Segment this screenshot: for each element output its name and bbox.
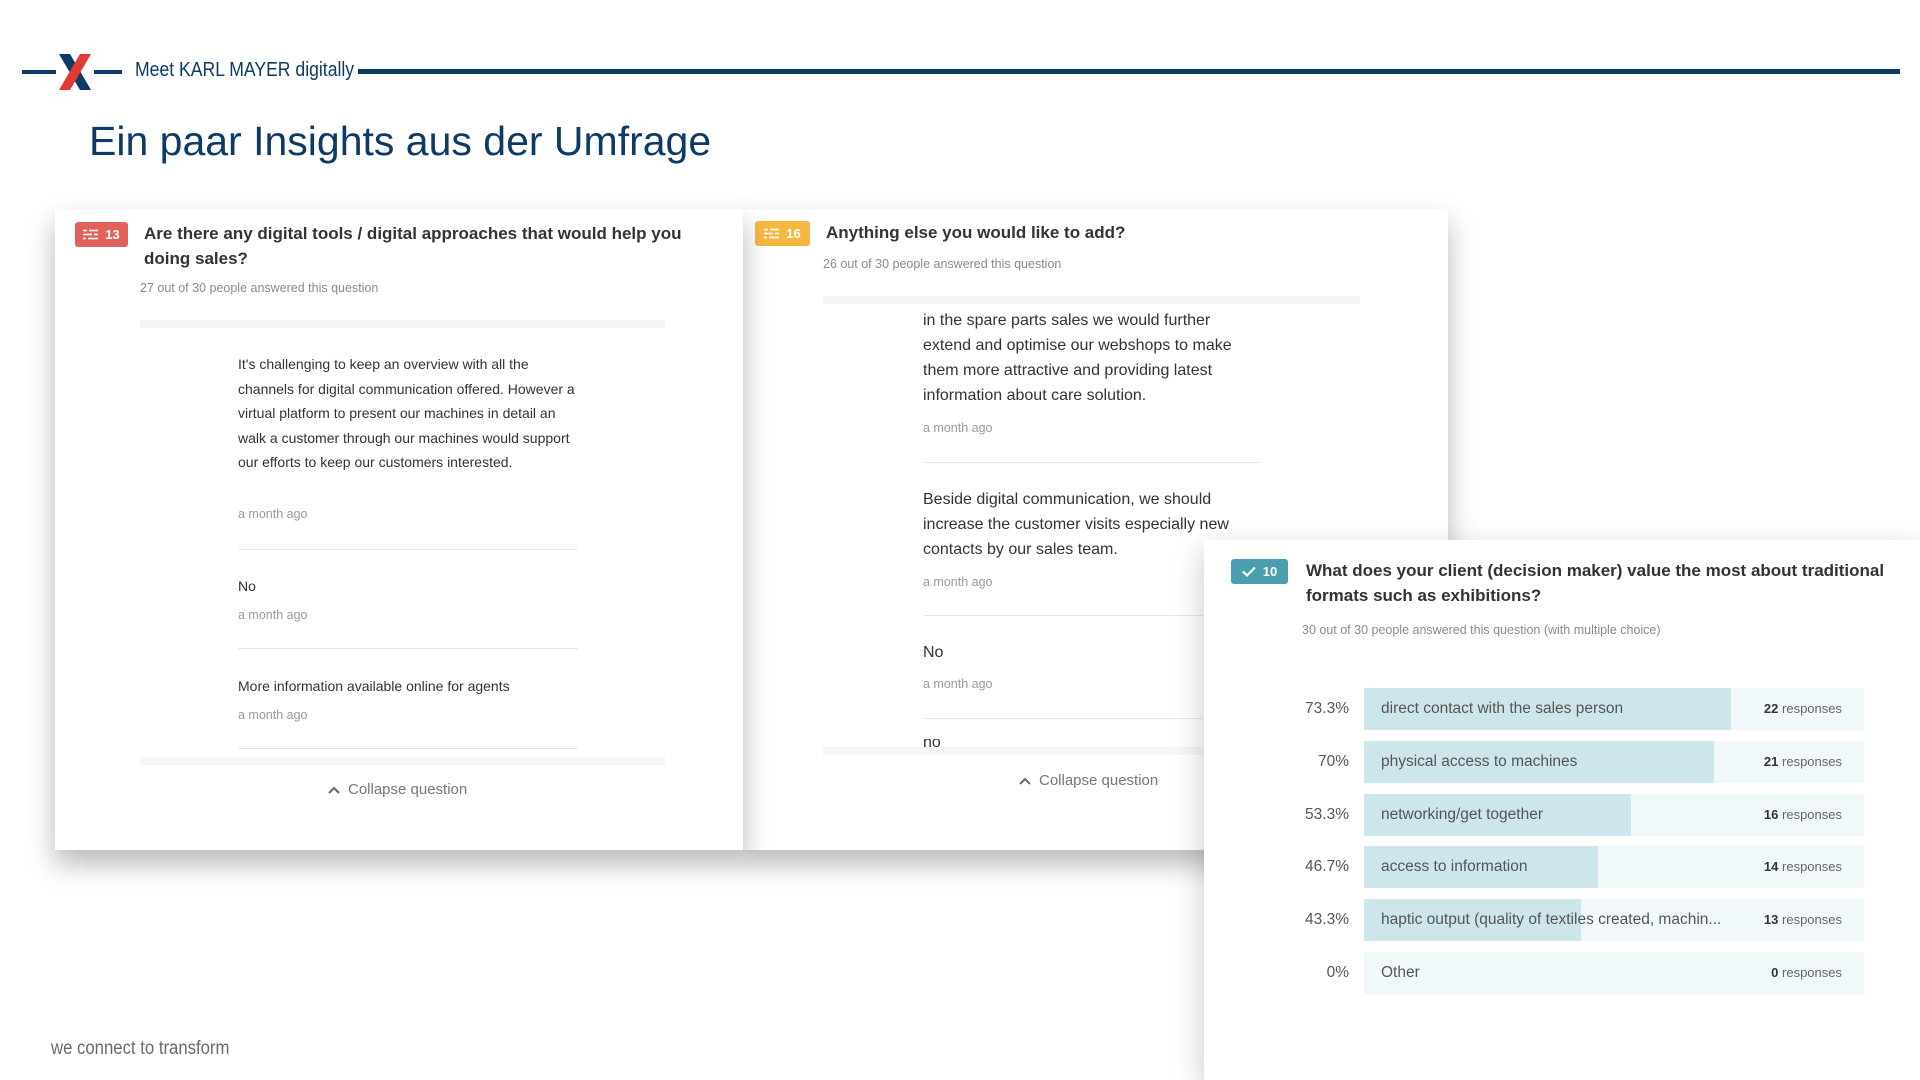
question-badge: 13 <box>75 222 128 247</box>
question-title: What does your client (decision maker) v… <box>1306 561 1885 605</box>
response-count: 21 <box>1763 754 1779 769</box>
option-bar: access to information 14 responses <box>1364 846 1864 888</box>
answer-text: No <box>923 644 944 661</box>
badge-number: 10 <box>1262 564 1278 579</box>
question-card-13: 13 Are there any digital tools / digital… <box>55 209 743 850</box>
answer-divider <box>923 462 1261 463</box>
badge-number: 13 <box>105 227 120 242</box>
answer-text: More information available online for ag… <box>238 678 510 694</box>
option-label: physical access to machines <box>1381 753 1578 770</box>
responses-word: responses <box>1782 912 1842 927</box>
option-label: direct contact with the sales person <box>1381 700 1624 717</box>
answers-bottom-band <box>140 757 665 765</box>
question-title: Are there any digital tools / digital ap… <box>144 224 682 268</box>
option-percent: 46.7% <box>1305 858 1349 875</box>
chevron-up-icon <box>328 786 340 794</box>
answer-text: No <box>238 578 256 594</box>
answer-divider <box>238 648 578 649</box>
option-bar: direct contact with the sales person 22 … <box>1364 688 1864 730</box>
option-bar: haptic output (quality of textiles creat… <box>1364 899 1864 941</box>
chevron-up-icon <box>1019 777 1031 785</box>
header-rule <box>358 69 1900 74</box>
response-count: 0 <box>1771 965 1779 980</box>
answer-time: a month ago <box>238 708 308 722</box>
answer-divider <box>238 748 578 749</box>
option-percent: 53.3% <box>1305 806 1349 823</box>
answers-top-band <box>140 320 665 328</box>
option-percent: 43.3% <box>1305 911 1349 928</box>
answer-text: It's challenging to keep an overview wit… <box>238 356 575 470</box>
answers-top-band <box>823 296 1360 304</box>
responses-word: responses <box>1782 807 1842 822</box>
question-badge: 16 <box>755 221 810 246</box>
question-title: Anything else you would like to add? <box>826 223 1126 242</box>
page-title: Ein paar Insights aus der Umfrage <box>89 118 712 164</box>
option-percent: 73.3% <box>1305 700 1349 717</box>
option-responses: 16 responses <box>1764 794 1842 836</box>
option-bar: networking/get together 16 responses <box>1364 794 1864 836</box>
list-icon <box>764 228 780 239</box>
question-meta: 30 out of 30 people answered this questi… <box>1302 623 1661 637</box>
answer-text: in the spare parts sales we would furthe… <box>923 312 1232 404</box>
check-icon <box>1241 566 1256 577</box>
question-badge: 10 <box>1231 559 1288 584</box>
responses-word: responses <box>1782 701 1842 716</box>
logo-line-right <box>94 70 122 74</box>
list-icon <box>83 229 99 240</box>
collapse-question-button[interactable]: Collapse question <box>1019 772 1158 789</box>
response-count: 22 <box>1763 701 1779 716</box>
answer-text: no <box>923 739 941 747</box>
option-label: networking/get together <box>1381 806 1543 823</box>
responses-word: responses <box>1782 859 1842 874</box>
responses-word: responses <box>1782 754 1842 769</box>
option-label: haptic output (quality of textiles creat… <box>1381 911 1722 928</box>
question-meta: 27 out of 30 people answered this questi… <box>140 281 379 295</box>
option-responses: 13 responses <box>1764 899 1842 941</box>
option-label: access to information <box>1381 858 1528 875</box>
answer-divider <box>238 549 578 550</box>
question-meta: 26 out of 30 people answered this questi… <box>823 257 1062 271</box>
answer-time: a month ago <box>923 677 993 691</box>
option-bar: physical access to machines 21 responses <box>1364 741 1864 783</box>
karl-mayer-logo-icon <box>59 54 91 90</box>
option-responses: 21 responses <box>1764 741 1842 783</box>
footer-tagline: we connect to transform <box>51 1038 230 1059</box>
response-count: 14 <box>1763 859 1779 874</box>
collapse-label: Collapse question <box>348 781 468 798</box>
response-count: 13 <box>1763 912 1779 927</box>
option-percent: 70% <box>1317 753 1349 770</box>
answer-time: a month ago <box>923 575 993 589</box>
option-responses: 0 responses <box>1771 952 1842 994</box>
responses-word: responses <box>1782 965 1842 980</box>
option-percent: 0% <box>1326 964 1349 981</box>
option-responses: 22 responses <box>1764 688 1842 730</box>
response-count: 16 <box>1763 807 1779 822</box>
answer-time: a month ago <box>238 507 308 521</box>
badge-number: 16 <box>786 226 801 241</box>
brand-text: Meet KARL MAYER digitally <box>135 59 355 81</box>
option-label: Other <box>1381 964 1420 981</box>
option-responses: 14 responses <box>1764 846 1842 888</box>
collapse-question-button[interactable]: Collapse question <box>328 781 467 798</box>
answer-time: a month ago <box>923 421 993 435</box>
option-bar: Other 0 responses <box>1364 952 1864 994</box>
collapse-label: Collapse question <box>1039 772 1159 789</box>
answer-time: a month ago <box>238 608 308 622</box>
logo-line-left <box>22 70 56 74</box>
